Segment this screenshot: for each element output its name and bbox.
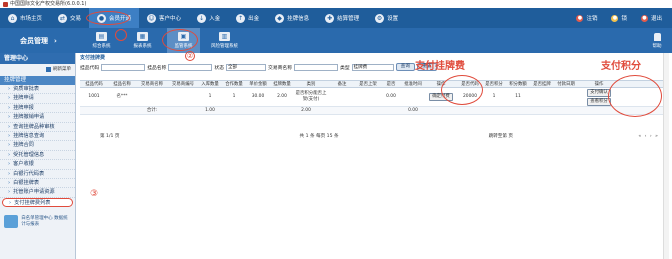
help-button[interactable]: 帮助 xyxy=(645,30,669,52)
settings-icon: ⚙ xyxy=(375,13,385,23)
sidebar-footer[interactable]: 白名单管理中心 数据统计与报表 xyxy=(4,212,72,230)
vertical-scrollbar[interactable] xyxy=(663,53,669,259)
tab-risk[interactable]: ▥ 风险管理系统 xyxy=(208,28,241,53)
code-input[interactable] xyxy=(101,63,146,71)
sidebar-item-pay-fee[interactable]: › 支付挂牌费列表 xyxy=(2,197,73,208)
main-content: 支付挂牌费 挂品代码 挂品名称 状态 全部 交易商名称 类型 挂牌费 查询 重置… xyxy=(78,53,668,259)
sidebar-item[interactable]: › 客户收银 xyxy=(0,160,75,170)
name-input[interactable] xyxy=(168,63,213,71)
chevron-right-icon: › xyxy=(8,123,11,130)
nav-home[interactable]: ⌂ 市场主页 xyxy=(0,8,50,28)
chevron-right-icon: › xyxy=(8,86,11,92)
listing-fee-table: 挂品代码 挂品名称 交易商名称 交易商编号 入库数量 合作数量 单价金额 挂牌数… xyxy=(80,80,665,115)
stats-image-icon xyxy=(4,214,19,228)
chevron-right-icon: › xyxy=(8,104,11,111)
sidebar-item[interactable]: › 白银挂牌表 xyxy=(0,179,75,189)
trader-input[interactable] xyxy=(294,63,339,71)
page-title: 支付挂牌费 xyxy=(80,55,106,61)
nav-settle[interactable]: ✚ 结算管理 xyxy=(317,8,367,28)
exit-icon: ● xyxy=(640,14,648,22)
sidebar-tools[interactable]: 刷新菜单 xyxy=(0,64,75,74)
report-icon: ▦ xyxy=(137,32,148,41)
risk-icon: ▥ xyxy=(219,32,230,41)
sidebar-header: 管理中心 xyxy=(0,53,75,64)
withdraw-icon: ↑ xyxy=(236,13,246,23)
lock-icon: ● xyxy=(611,14,619,22)
chevron-right-icon: › xyxy=(8,161,11,168)
highlight-circle-points xyxy=(608,75,662,117)
nav-logout[interactable]: ● 注销 xyxy=(574,8,599,28)
app-logo-icon xyxy=(3,1,8,7)
table-header: 挂品代码 挂品名称 交易商名称 交易商编号 入库数量 合作数量 单价金额 挂牌数… xyxy=(80,80,665,88)
nav-deposit[interactable]: ↓ 入金 xyxy=(189,8,228,28)
status-select[interactable]: 全部 xyxy=(226,63,267,71)
sidebar: 管理中心 刷新菜单 挂牌管理 › 资质审批表 › 挂牌申请 › 挂牌申报 › 挂牌撤销申… xyxy=(0,53,76,259)
window-titlebar: 中国国际文化产权交易所(6.0.0.1) xyxy=(0,0,672,8)
home-icon: ⌂ xyxy=(8,13,17,23)
highlight-circle-subtab xyxy=(162,29,198,51)
logout-icon: ● xyxy=(576,14,584,22)
module-title[interactable]: 会员管理 › xyxy=(0,28,77,53)
nav-listing[interactable]: ◆ 挂牌信息 xyxy=(267,8,317,28)
filter-bar: 挂品代码 挂品名称 状态 全部 交易商名称 类型 挂牌费 查询 重置 xyxy=(80,63,437,71)
tab-report[interactable]: ▦ 报表系统 xyxy=(126,28,159,53)
sidebar-item[interactable]: › 查询挂牌品种审核 xyxy=(0,123,75,132)
chevron-right-icon: › xyxy=(8,114,11,121)
chevron-right-icon: › xyxy=(8,170,11,177)
page-nav-icons[interactable]: « ‹ › » xyxy=(638,134,659,139)
avatar-icon xyxy=(653,33,661,41)
highlight-circle-nav xyxy=(86,11,130,25)
query-button[interactable]: 查询 xyxy=(395,63,416,71)
sidebar-item[interactable]: › 受托管理信息 xyxy=(0,151,75,161)
pagination: 第 1/1 页 共 1 条 每页 15 条 跳转至第 页 « ‹ › » xyxy=(100,133,659,140)
nav-lock[interactable]: ● 锁 xyxy=(609,8,629,28)
integrated-icon: ▤ xyxy=(96,32,107,41)
annotation-pay-fee: 支付挂牌费 xyxy=(415,61,465,72)
user-icon: ☺ xyxy=(147,13,157,23)
nav-trade[interactable]: ⇄ 交易 xyxy=(50,8,89,28)
listing-icon: ◆ xyxy=(275,13,285,23)
sidebar-item[interactable]: › 挂牌撤销申请 xyxy=(0,113,75,123)
deposit-icon: ↓ xyxy=(197,13,207,23)
nav-settings[interactable]: ⚙ 设置 xyxy=(367,8,406,28)
chevron-right-icon: › xyxy=(54,36,57,45)
sidebar-item[interactable]: › 资质审批表 xyxy=(0,85,75,95)
chevron-right-icon: › xyxy=(8,132,11,139)
sidebar-item[interactable]: › 挂牌信息查询 xyxy=(0,132,75,142)
chevron-right-icon: › xyxy=(8,95,11,102)
nav-withdraw[interactable]: ↑ 出金 xyxy=(228,8,267,28)
chevron-right-icon: › xyxy=(8,142,11,149)
trade-icon: ⇄ xyxy=(58,13,68,23)
annotation-pay-points: 支付积分 xyxy=(601,61,641,72)
sidebar-group[interactable]: 挂牌管理 xyxy=(0,76,75,85)
page-jump[interactable]: 跳转至第 页 xyxy=(489,133,513,139)
sidebar-item[interactable]: › 托管账户申请资源 xyxy=(0,188,75,198)
chevron-right-icon: › xyxy=(8,189,11,196)
table-row: 1001 名*** 1 1 30.00 2.00 是否积分能否上架(支付) 0.… xyxy=(80,88,665,107)
highlight-circle-small xyxy=(115,29,127,41)
sidebar-item[interactable]: › 挂牌申报 xyxy=(0,104,75,114)
settle-icon: ✚ xyxy=(325,13,335,23)
type-select[interactable]: 挂牌费 xyxy=(351,63,394,71)
window-title: 中国国际文化产权交易所(6.0.0.1) xyxy=(10,1,87,7)
refresh-icon xyxy=(46,66,51,72)
sidebar-item[interactable]: › 挂牌申请 xyxy=(0,94,75,104)
table-summary-row: 合计: 1.00 2.00 0.00 xyxy=(80,107,665,115)
nav-exit[interactable]: ● 退出 xyxy=(639,8,664,28)
chevron-right-icon: › xyxy=(8,179,11,186)
tab-integrated[interactable]: ▤ 综合系统 xyxy=(85,28,118,53)
sidebar-item[interactable]: › 白银行代码表 xyxy=(0,170,75,179)
sidebar-item[interactable]: › 挂牌合同 xyxy=(0,141,75,151)
highlight-circle-confirm xyxy=(441,75,483,105)
nav-customer[interactable]: ☺ 客户中心 xyxy=(139,8,189,28)
chevron-right-icon: › xyxy=(8,151,11,158)
chevron-right-icon: › xyxy=(9,199,12,206)
